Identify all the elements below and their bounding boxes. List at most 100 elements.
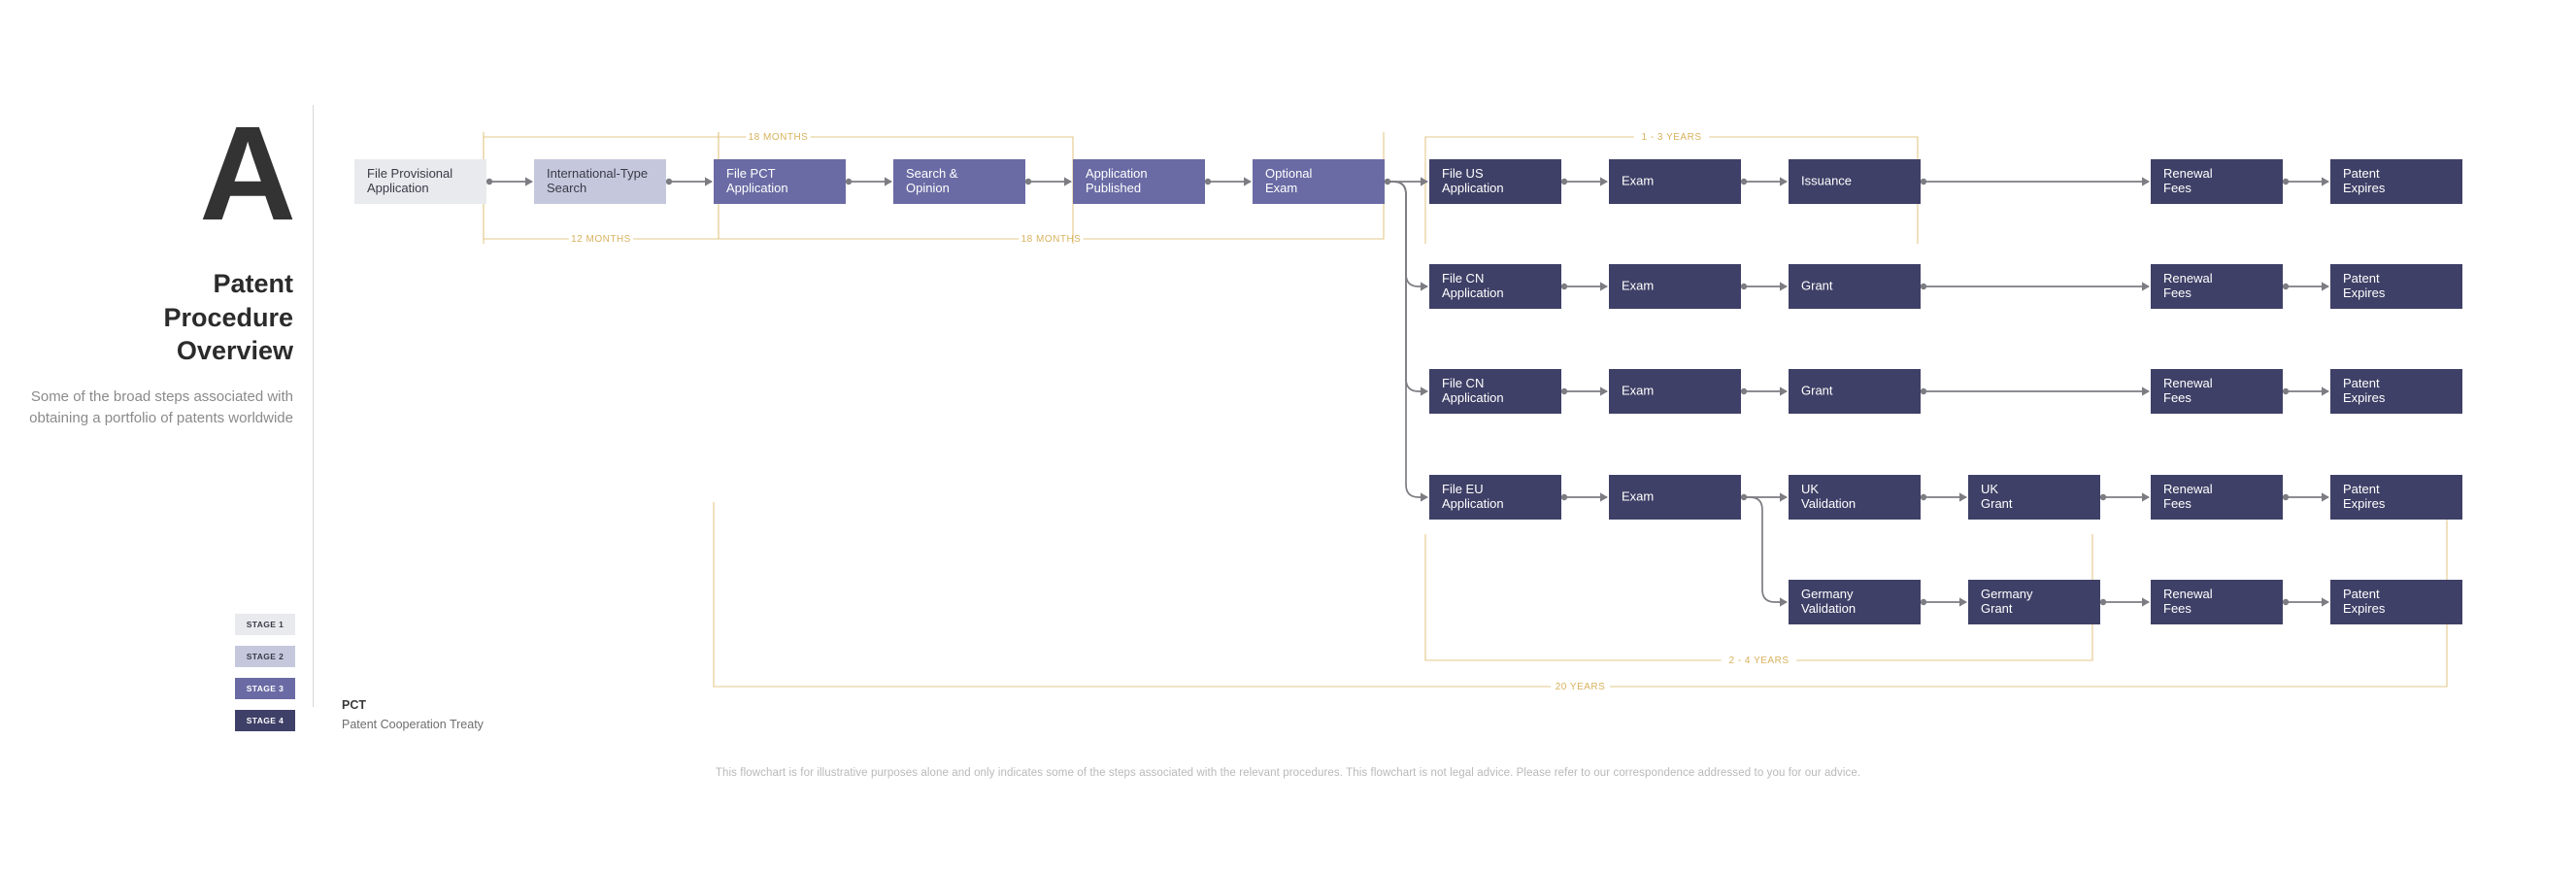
flow-node[interactable]: File CNApplication (1429, 264, 1561, 309)
arrow-head (1421, 282, 1428, 291)
flow-node[interactable]: PatentExpires (2330, 475, 2462, 520)
flow-node-label: International-Type (547, 166, 648, 181)
flow-node[interactable]: PatentExpires (2330, 159, 2462, 204)
connector-dot (1560, 493, 1568, 501)
flow-node-label: Application (1442, 496, 1504, 511)
connector-layer (485, 177, 2329, 607)
flow-node-label: Application (1086, 166, 1148, 181)
flow-node-label: Grant (1981, 496, 2013, 511)
flow-node-label: Germany (1801, 587, 1854, 601)
flow-node[interactable]: Exam (1609, 264, 1741, 309)
flow-node[interactable]: RenewalFees (2151, 264, 2283, 309)
flow-node-label: File CN (1442, 271, 1484, 286)
flow-node[interactable]: Exam (1609, 475, 1741, 520)
flow-node[interactable]: File EUApplication (1429, 475, 1561, 520)
flow-node-label: UK (1801, 482, 1819, 496)
connector-dot (2282, 387, 2290, 395)
flow-node[interactable]: File PCTApplication (714, 159, 846, 204)
connector-dot (845, 178, 853, 185)
flow-node[interactable]: Exam (1609, 369, 1741, 414)
flow-node-label: Renewal (2163, 166, 2213, 181)
arrow-head (1959, 492, 1967, 502)
connector-dot (1920, 387, 1927, 395)
flow-node[interactable]: Search &Opinion (893, 159, 1025, 204)
flow-node-label: Exam (1265, 181, 1297, 195)
flow-node-label: Expires (2343, 601, 2386, 616)
flow-node[interactable]: RenewalFees (2151, 580, 2283, 624)
bracket-label-1: 18 MONTHS (749, 132, 809, 143)
flow-node-label: Published (1086, 181, 1141, 195)
connector-dot (2282, 178, 2290, 185)
connector-dot (1560, 178, 1568, 185)
arrow-head (2322, 492, 2329, 502)
flow-node-label: Application (726, 181, 788, 195)
arrow-head (1421, 387, 1428, 396)
connector-dot (2282, 493, 2290, 501)
flow-node[interactable]: PatentExpires (2330, 264, 2462, 309)
flow-node[interactable]: Grant (1789, 264, 1921, 309)
connector-dot (1560, 387, 1568, 395)
flow-node[interactable]: RenewalFees (2151, 369, 2283, 414)
flow-node[interactable]: PatentExpires (2330, 369, 2462, 414)
arrow-head (2322, 597, 2329, 607)
bracket-label-2: 12 MONTHS (571, 234, 631, 245)
flow-node-label: Patent (2343, 271, 2380, 286)
flow-node-label: Fees (2163, 181, 2191, 195)
flow-node-label: Grant (1801, 278, 1833, 292)
connector-dot (485, 178, 493, 185)
connector-dot (2099, 493, 2107, 501)
arrow-head (2322, 387, 2329, 396)
flow-node[interactable]: File CNApplication (1429, 369, 1561, 414)
abbreviation-expansion: Patent Cooperation Treaty (342, 718, 484, 731)
flow-node-label: Patent (2343, 482, 2380, 496)
connector-dot (665, 178, 673, 185)
arrow-head (1064, 177, 1072, 186)
connector-dot (1204, 178, 1212, 185)
arrow-head (1780, 597, 1788, 607)
flow-node[interactable]: Grant (1789, 369, 1921, 414)
flow-node-label: Exam (1622, 488, 1654, 503)
bracket-label-3: 18 MONTHS (1021, 234, 1082, 245)
flow-node[interactable]: ApplicationPublished (1073, 159, 1205, 204)
flow-node[interactable]: UKValidation (1789, 475, 1921, 520)
flow-node[interactable]: PatentExpires (2330, 580, 2462, 624)
flow-node-label: Validation (1801, 496, 1856, 511)
flow-node-label: Search (547, 181, 586, 195)
flow-node-label: Renewal (2163, 376, 2213, 390)
flow-node[interactable]: GermanyValidation (1789, 580, 1921, 624)
flow-node-label: Opinion (906, 181, 950, 195)
flow-node-label: Fees (2163, 390, 2191, 405)
flow-node-label: Grant (1801, 383, 1833, 397)
arrow-head (1244, 177, 1252, 186)
connector-dot (1740, 387, 1748, 395)
flow-node[interactable]: Issuance (1789, 159, 1921, 204)
flow-node-label: Expires (2343, 181, 2386, 195)
flow-node[interactable]: International-TypeSearch (534, 159, 666, 204)
flow-node[interactable]: RenewalFees (2151, 475, 2283, 520)
flow-node-label: Grant (1981, 601, 2013, 616)
flow-node[interactable]: File ProvisionalApplication (354, 159, 486, 204)
flow-node[interactable]: RenewalFees (2151, 159, 2283, 204)
flow-node-label: Patent (2343, 166, 2380, 181)
connector-dot (1920, 598, 1927, 606)
arrow-head (1421, 177, 1428, 186)
flow-node-label: Issuance (1801, 173, 1852, 187)
flow-node-label: Patent (2343, 376, 2380, 390)
branch-connector (1385, 181, 1427, 498)
flow-node-label: Fees (2163, 601, 2191, 616)
flow-node[interactable]: GermanyGrant (1968, 580, 2100, 624)
bracket-label-5: 2 - 4 YEARS (1728, 656, 1789, 666)
flow-node[interactable]: UKGrant (1968, 475, 2100, 520)
flow-node[interactable]: OptionalExam (1253, 159, 1385, 204)
bracket-label-4: 1 - 3 YEARS (1641, 132, 1701, 143)
connector-dot (1920, 493, 1927, 501)
flow-node[interactable]: Exam (1609, 159, 1741, 204)
flow-node[interactable]: File USApplication (1429, 159, 1561, 204)
flow-node-label: File US (1442, 166, 1484, 181)
connector-dot (1024, 178, 1032, 185)
flow-node-label: Fees (2163, 496, 2191, 511)
flow-node-label: File Provisional (367, 166, 452, 181)
flow-node-label: Exam (1622, 278, 1654, 292)
flow-node-label: Optional (1265, 166, 1313, 181)
flow-node-label: Application (367, 181, 429, 195)
